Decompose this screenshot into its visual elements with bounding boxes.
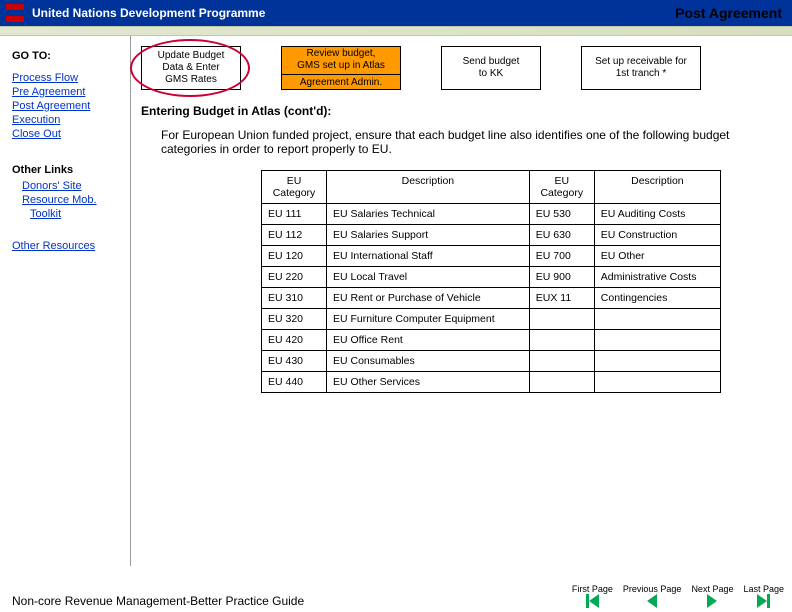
table-row: EU 430EU Consumables [262,351,721,372]
table-head: Description [594,171,720,204]
flow-text: Agreement Admin. [282,74,400,89]
last-page-button[interactable]: Last Page [743,584,784,608]
link-toolkit[interactable]: Toolkit [22,208,122,220]
table-row: EU 120EU International StaffEU 700EU Oth… [262,246,721,267]
table-row: EU 320EU Furniture Computer Equipment [262,309,721,330]
flow-text: Review budget, [288,48,394,60]
flow-text: Data & Enter [148,62,234,74]
table-cell: EU 310 [262,288,327,309]
sidebar: GO TO: Process Flow Pre Agreement Post A… [0,36,130,566]
link-resource-mob[interactable]: Resource Mob. [22,194,122,206]
section-body: For European Union funded project, ensur… [161,128,768,156]
flow-text: Set up receivable for [588,56,694,68]
pager-label: Previous Page [623,584,682,594]
footer-title: Non-core Revenue Management-Better Pract… [12,594,304,608]
table-cell: EU 530 [529,204,594,225]
table-cell: EU Auditing Costs [594,204,720,225]
table-cell: EU Office Rent [327,330,530,351]
table-cell [594,309,720,330]
org-name: United Nations Development Programme [32,6,265,20]
flow-box-review-budget: Review budget, GMS set up in Atlas Agree… [281,46,401,90]
table-cell [594,372,720,393]
section-title: Entering Budget in Atlas (cont'd): [141,104,778,118]
other-links-label: Other Links [12,164,122,176]
pager-label: First Page [572,584,613,594]
link-donors-site[interactable]: Donors' Site [22,180,122,192]
process-flow-row: Update Budget Data & Enter GMS Rates Rev… [141,46,778,90]
nav-pre-agreement[interactable]: Pre Agreement [12,86,122,98]
goto-label: GO TO: [12,50,122,62]
pager-label: Last Page [743,584,784,594]
table-head: EU Category [529,171,594,204]
table-cell [529,372,594,393]
flow-text: Update Budget [148,50,234,62]
table-row: EU 112EU Salaries SupportEU 630EU Constr… [262,225,721,246]
table-row: EU 420EU Office Rent [262,330,721,351]
table-cell: EU Other Services [327,372,530,393]
decorative-band [0,26,792,36]
table-cell: EU 420 [262,330,327,351]
table-cell: EU Salaries Technical [327,204,530,225]
table-cell: EU Furniture Computer Equipment [327,309,530,330]
table-head: Description [327,171,530,204]
table-row: EU 440EU Other Services [262,372,721,393]
flow-box-receivable: Set up receivable for 1st tranch * [581,46,701,90]
previous-page-button[interactable]: Previous Page [623,584,682,608]
table-row: EU 220EU Local TravelEU 900Administrativ… [262,267,721,288]
nav-close-out[interactable]: Close Out [12,128,122,140]
main-content: Update Budget Data & Enter GMS Rates Rev… [130,36,792,566]
table-cell: Contingencies [594,288,720,309]
table-cell: EU Rent or Purchase of Vehicle [327,288,530,309]
flow-text: 1st tranch * [588,68,694,80]
table-cell: EU 900 [529,267,594,288]
table-cell: EU Consumables [327,351,530,372]
table-cell: Administrative Costs [594,267,720,288]
flow-box-update-budget: Update Budget Data & Enter GMS Rates [141,46,241,90]
first-page-button[interactable]: First Page [572,584,613,608]
table-row: EU 111EU Salaries TechnicalEU 530EU Audi… [262,204,721,225]
table-cell: EU Local Travel [327,267,530,288]
table-cell: EU 112 [262,225,327,246]
table-cell: EU International Staff [327,246,530,267]
table-head: EU Category [262,171,327,204]
flow-text: GMS Rates [148,74,234,86]
flow-text: GMS set up in Atlas [288,60,394,72]
pager: First Page Previous Page Next Page Last … [572,584,784,608]
table-cell: EU Other [594,246,720,267]
next-page-button[interactable]: Next Page [691,584,733,608]
table-cell: EU 440 [262,372,327,393]
table-cell [529,330,594,351]
table-cell [594,330,720,351]
table-cell [529,351,594,372]
link-other-resources[interactable]: Other Resources [12,240,122,252]
flow-box-send-budget: Send budget to KK [441,46,541,90]
table-cell: EU 630 [529,225,594,246]
table-row: EU 310EU Rent or Purchase of VehicleEUX … [262,288,721,309]
table-cell: EU 111 [262,204,327,225]
footer: Non-core Revenue Management-Better Pract… [12,584,784,608]
table-cell: EU 320 [262,309,327,330]
flow-text: to KK [448,68,534,80]
nav-post-agreement[interactable]: Post Agreement [12,100,122,112]
nav-process-flow[interactable]: Process Flow [12,72,122,84]
table-cell: EU Construction [594,225,720,246]
table-cell [594,351,720,372]
eu-category-table: EU Category Description EU Category Desc… [261,170,721,393]
table-cell: EU 220 [262,267,327,288]
table-cell: EU 120 [262,246,327,267]
page-title: Post Agreement [665,0,792,26]
undp-logo [6,4,24,22]
table-cell: EU 700 [529,246,594,267]
pager-label: Next Page [691,584,733,594]
flow-text: Send budget [448,56,534,68]
table-cell: EUX 11 [529,288,594,309]
table-cell: EU 430 [262,351,327,372]
nav-execution[interactable]: Execution [12,114,122,126]
table-cell [529,309,594,330]
table-cell: EU Salaries Support [327,225,530,246]
